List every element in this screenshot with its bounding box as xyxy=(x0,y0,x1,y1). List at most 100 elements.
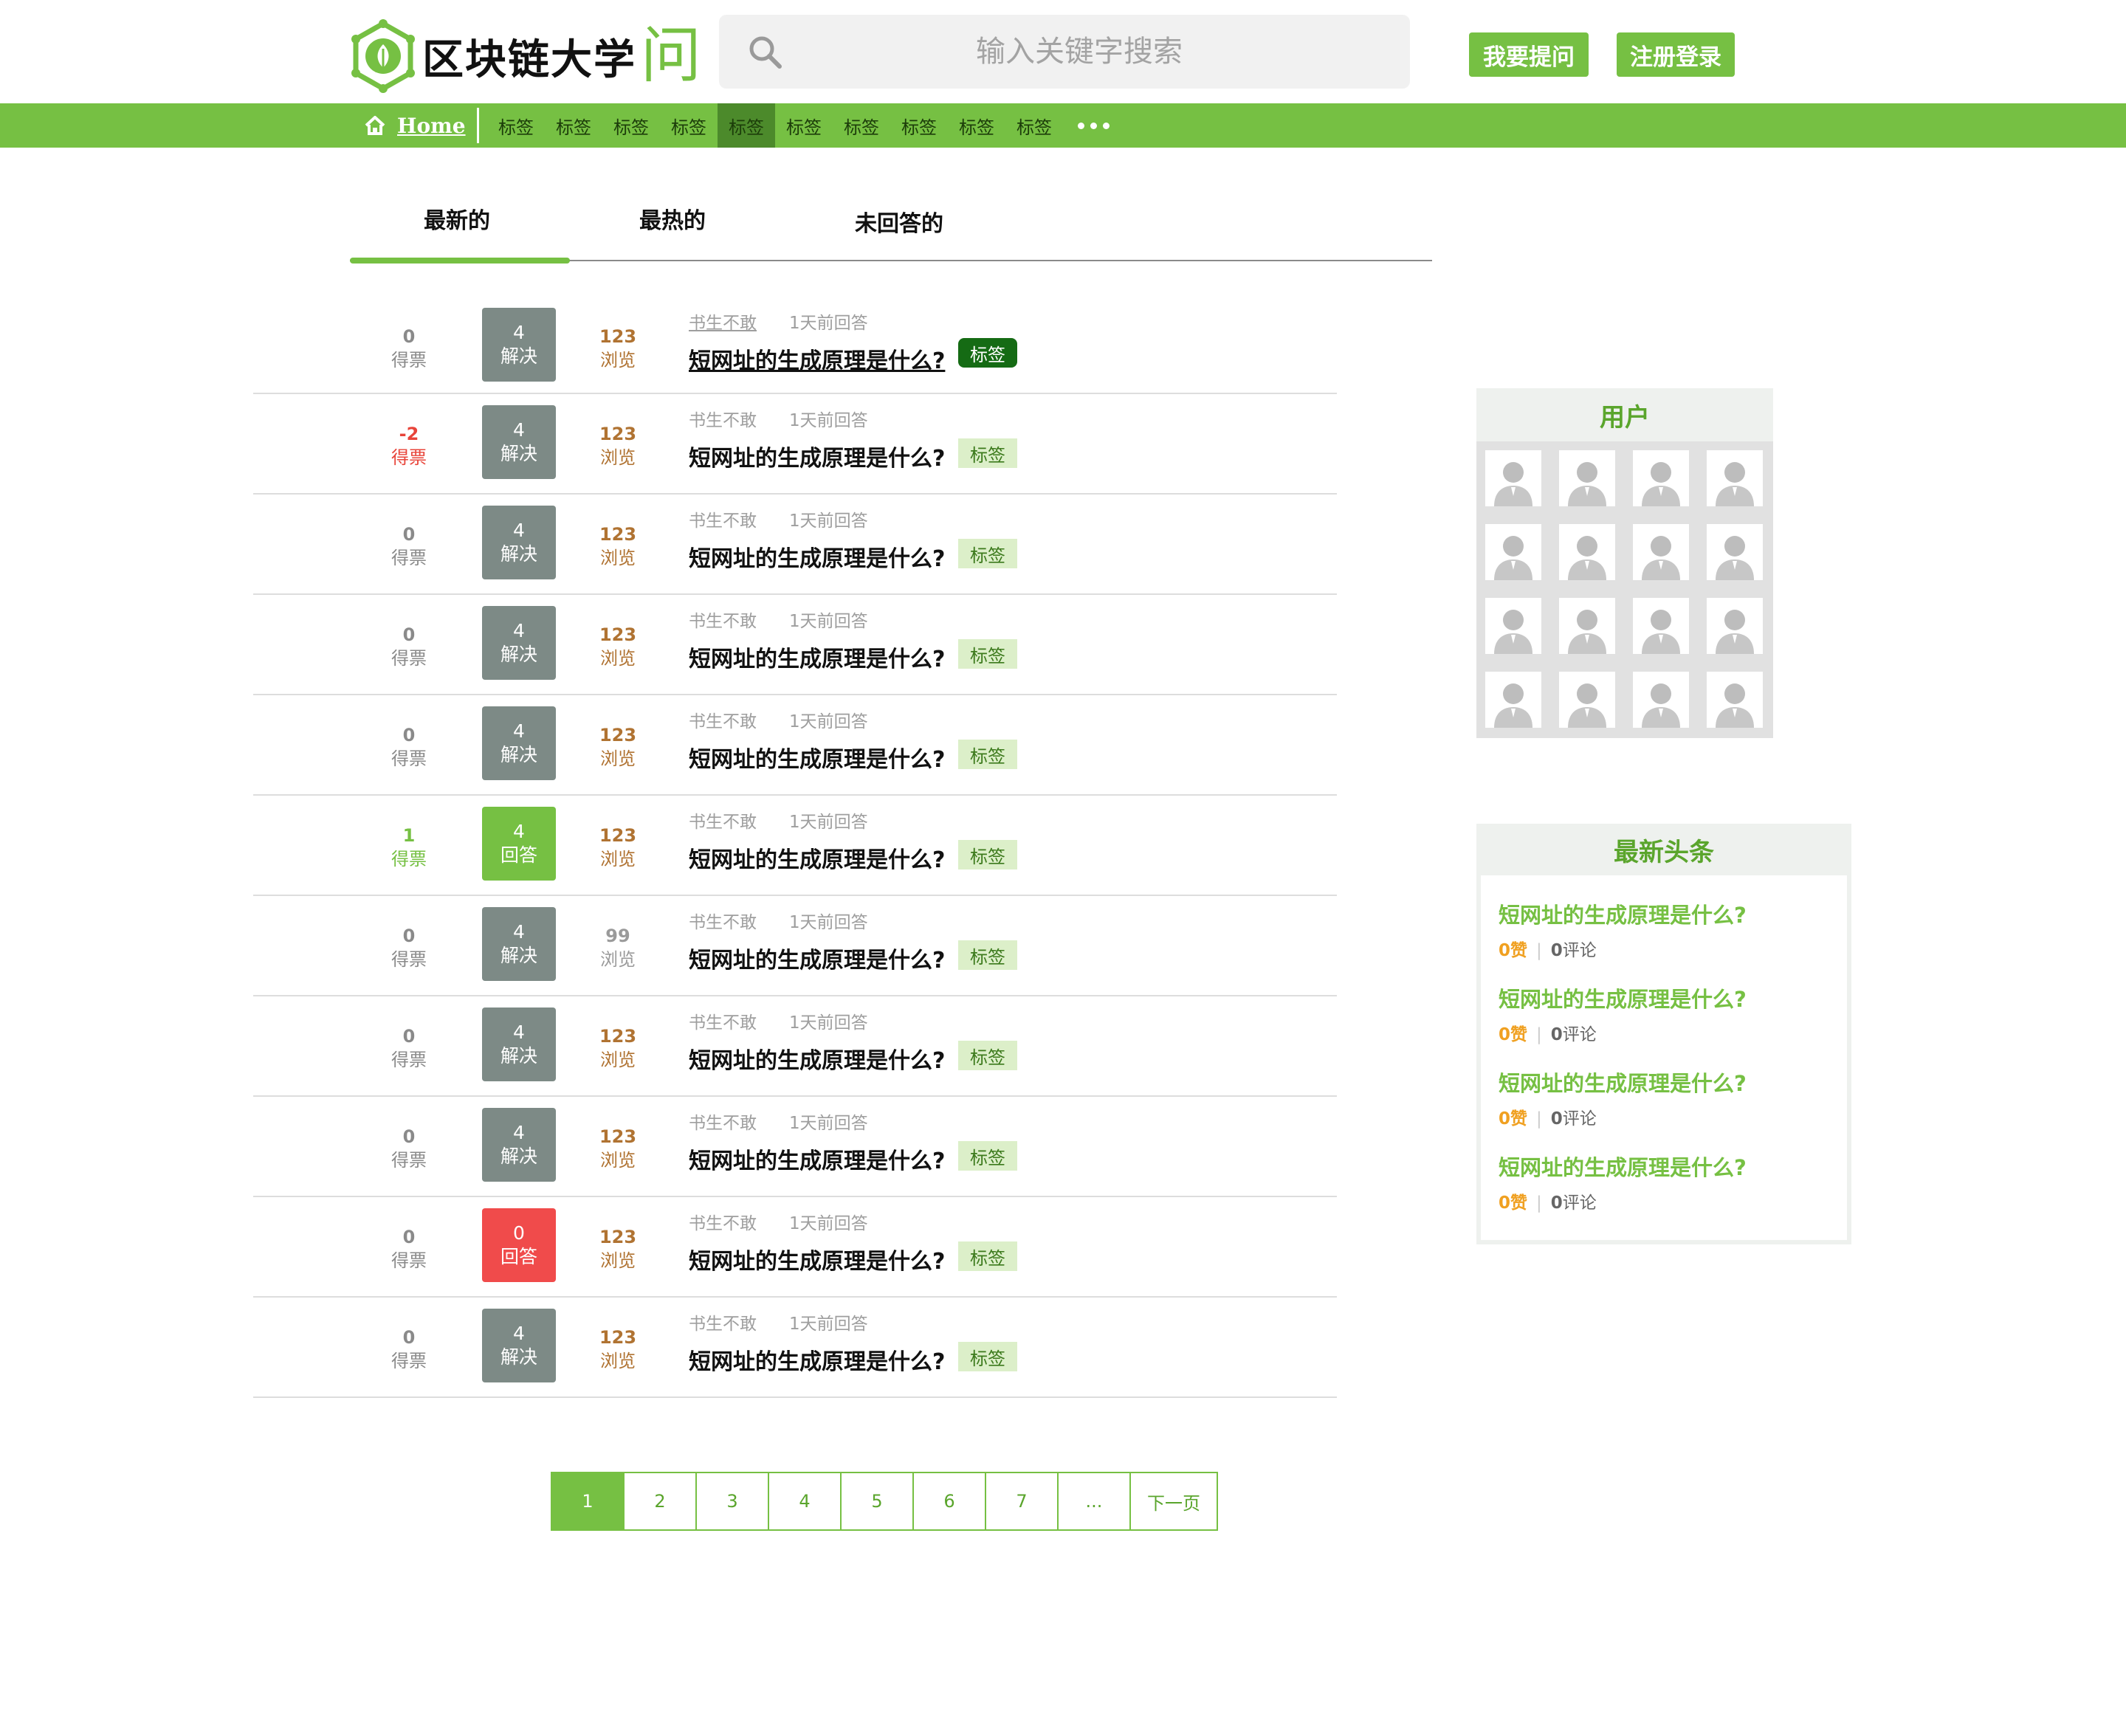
user-avatar[interactable] xyxy=(1485,450,1541,506)
question-tag[interactable]: 标签 xyxy=(958,1241,1017,1271)
page-button[interactable]: 7 xyxy=(986,1473,1059,1529)
nav-tag-item[interactable]: 标签 xyxy=(487,103,545,148)
question-row[interactable]: 0 得票 4 解决 123 浏览 书生不敢 1天前回答 短网址的生成原理是什么? 标签 xyxy=(253,297,1337,394)
user-avatar[interactable] xyxy=(1485,598,1541,654)
question-row[interactable]: 0 得票 0 回答 123 浏览 书生不敢 1天前回答 短网址的生成原理是什么? 标签 xyxy=(253,1197,1337,1298)
question-title-link[interactable]: 短网址的生成原理是什么? xyxy=(689,641,945,673)
nav-home-link[interactable]: Home xyxy=(363,103,466,148)
nav-tag-item[interactable]: 标签 xyxy=(948,103,1005,148)
user-avatar[interactable] xyxy=(1485,672,1541,728)
nav-tag-item[interactable]: 标签 xyxy=(833,103,890,148)
question-title-link[interactable]: 短网址的生成原理是什么? xyxy=(689,741,945,774)
question-row[interactable]: 0 得票 4 解决 123 浏览 书生不敢 1天前回答 短网址的生成原理是什么? 标签 xyxy=(253,1097,1337,1197)
register-login-button[interactable]: 注册登录 xyxy=(1617,32,1735,77)
answer-count-badge[interactable]: 4 解决 xyxy=(482,1008,556,1081)
answer-count-badge[interactable]: 0 回答 xyxy=(482,1208,556,1282)
author-link[interactable]: 书生不敢 xyxy=(689,314,757,333)
author-link[interactable]: 书生不敢 xyxy=(689,712,757,731)
question-row[interactable]: 0 得票 4 解决 123 浏览 书生不敢 1天前回答 短网址的生成原理是什么? 标签 xyxy=(253,996,1337,1097)
user-avatar[interactable] xyxy=(1633,524,1689,580)
question-title-link[interactable]: 短网址的生成原理是什么? xyxy=(689,440,945,472)
page-button[interactable]: ... xyxy=(1059,1473,1131,1529)
answer-count-badge[interactable]: 4 解决 xyxy=(482,308,556,382)
nav-more-icon[interactable] xyxy=(1078,103,1110,148)
question-tag[interactable]: 标签 xyxy=(958,1342,1017,1371)
question-row[interactable]: 0 得票 4 解决 123 浏览 书生不敢 1天前回答 短网址的生成原理是什么? 标签 xyxy=(253,695,1337,796)
question-tag[interactable]: 标签 xyxy=(958,740,1017,769)
question-tag[interactable]: 标签 xyxy=(958,840,1017,869)
news-title-link[interactable]: 短网址的生成原理是什么? xyxy=(1499,1044,1847,1097)
question-row[interactable]: 0 得票 4 解决 123 浏览 书生不敢 1天前回答 短网址的生成原理是什么? 标签 xyxy=(253,495,1337,595)
answer-count-badge[interactable]: 4 解决 xyxy=(482,405,556,479)
nav-tag-item[interactable]: 标签 xyxy=(602,103,660,148)
nav-tag-item[interactable]: 标签 xyxy=(890,103,948,148)
author-link[interactable]: 书生不敢 xyxy=(689,813,757,832)
question-tag[interactable]: 标签 xyxy=(958,639,1017,669)
tab-unanswered[interactable]: 未回答的 xyxy=(855,205,943,238)
nav-tag-item[interactable]: 标签 xyxy=(775,103,833,148)
news-item[interactable]: 短网址的生成原理是什么? 0赞 | 0评论 xyxy=(1481,960,1847,1044)
search-icon[interactable] xyxy=(747,34,782,69)
nav-tag-item[interactable]: 标签 xyxy=(660,103,718,148)
user-avatar[interactable] xyxy=(1633,450,1689,506)
page-button[interactable]: 3 xyxy=(697,1473,769,1529)
tab-latest[interactable]: 最新的 xyxy=(424,202,490,235)
user-avatar[interactable] xyxy=(1707,672,1763,728)
user-avatar[interactable] xyxy=(1485,524,1541,580)
question-row[interactable]: 0 得票 4 解决 123 浏览 书生不敢 1天前回答 短网址的生成原理是什么? 标签 xyxy=(253,1298,1337,1398)
question-row[interactable]: 0 得票 4 解决 123 浏览 书生不敢 1天前回答 短网址的生成原理是什么? 标签 xyxy=(253,595,1337,695)
question-row[interactable]: 0 得票 4 解决 99 浏览 书生不敢 1天前回答 短网址的生成原理是什么? 标签 xyxy=(253,896,1337,996)
author-link[interactable]: 书生不敢 xyxy=(689,913,757,932)
user-avatar[interactable] xyxy=(1633,672,1689,728)
question-tag[interactable]: 标签 xyxy=(958,338,1017,368)
news-item[interactable]: 短网址的生成原理是什么? 0赞 | 0评论 xyxy=(1481,875,1847,960)
answer-count-badge[interactable]: 4 回答 xyxy=(482,807,556,881)
news-title-link[interactable]: 短网址的生成原理是什么? xyxy=(1499,875,1847,929)
question-title-link[interactable]: 短网址的生成原理是什么? xyxy=(689,1042,945,1075)
page-button[interactable]: 6 xyxy=(914,1473,986,1529)
question-tag[interactable]: 标签 xyxy=(958,940,1017,970)
page-button[interactable]: 1 xyxy=(552,1473,625,1529)
nav-tag-item[interactable]: 标签 xyxy=(718,103,775,148)
answer-count-badge[interactable]: 4 解决 xyxy=(482,1108,556,1182)
author-link[interactable]: 书生不敢 xyxy=(689,1315,757,1334)
author-link[interactable]: 书生不敢 xyxy=(689,1214,757,1233)
user-avatar[interactable] xyxy=(1559,672,1615,728)
author-link[interactable]: 书生不敢 xyxy=(689,612,757,631)
user-avatar[interactable] xyxy=(1559,524,1615,580)
search-bar[interactable] xyxy=(719,15,1410,89)
question-tag[interactable]: 标签 xyxy=(958,438,1017,468)
author-link[interactable]: 书生不敢 xyxy=(689,1114,757,1133)
answer-count-badge[interactable]: 4 解决 xyxy=(482,506,556,579)
question-tag[interactable]: 标签 xyxy=(958,1041,1017,1070)
page-button[interactable]: 5 xyxy=(842,1473,914,1529)
question-title-link[interactable]: 短网址的生成原理是什么? xyxy=(689,841,945,874)
author-link[interactable]: 书生不敢 xyxy=(689,411,757,430)
question-title-link[interactable]: 短网址的生成原理是什么? xyxy=(689,1243,945,1275)
tab-hottest[interactable]: 最热的 xyxy=(639,202,706,235)
question-tag[interactable]: 标签 xyxy=(958,539,1017,568)
question-tag[interactable]: 标签 xyxy=(958,1141,1017,1171)
user-avatar[interactable] xyxy=(1707,450,1763,506)
question-title-link[interactable]: 短网址的生成原理是什么? xyxy=(689,342,945,375)
user-avatar[interactable] xyxy=(1633,598,1689,654)
answer-count-badge[interactable]: 4 解决 xyxy=(482,606,556,680)
question-title-link[interactable]: 短网址的生成原理是什么? xyxy=(689,1143,945,1175)
news-item[interactable]: 短网址的生成原理是什么? 0赞 | 0评论 xyxy=(1481,1044,1847,1129)
question-row[interactable]: 1 得票 4 回答 123 浏览 书生不敢 1天前回答 短网址的生成原理是什么? 标签 xyxy=(253,796,1337,896)
page-button[interactable]: 4 xyxy=(769,1473,842,1529)
user-avatar[interactable] xyxy=(1707,524,1763,580)
search-input[interactable] xyxy=(719,15,1410,89)
answer-count-badge[interactable]: 4 解决 xyxy=(482,1309,556,1382)
nav-tag-item[interactable]: 标签 xyxy=(545,103,602,148)
ask-question-button[interactable]: 我要提问 xyxy=(1469,32,1589,77)
question-title-link[interactable]: 短网址的生成原理是什么? xyxy=(689,942,945,974)
question-title-link[interactable]: 短网址的生成原理是什么? xyxy=(689,1343,945,1376)
author-link[interactable]: 书生不敢 xyxy=(689,512,757,531)
question-title-link[interactable]: 短网址的生成原理是什么? xyxy=(689,540,945,573)
author-link[interactable]: 书生不敢 xyxy=(689,1013,757,1033)
nav-tag-item[interactable]: 标签 xyxy=(1005,103,1063,148)
next-page-button[interactable]: 下一页 xyxy=(1131,1473,1217,1529)
question-row[interactable]: -2 得票 4 解决 123 浏览 书生不敢 1天前回答 短网址的生成原理是什么? 标签 xyxy=(253,394,1337,495)
user-avatar[interactable] xyxy=(1559,450,1615,506)
